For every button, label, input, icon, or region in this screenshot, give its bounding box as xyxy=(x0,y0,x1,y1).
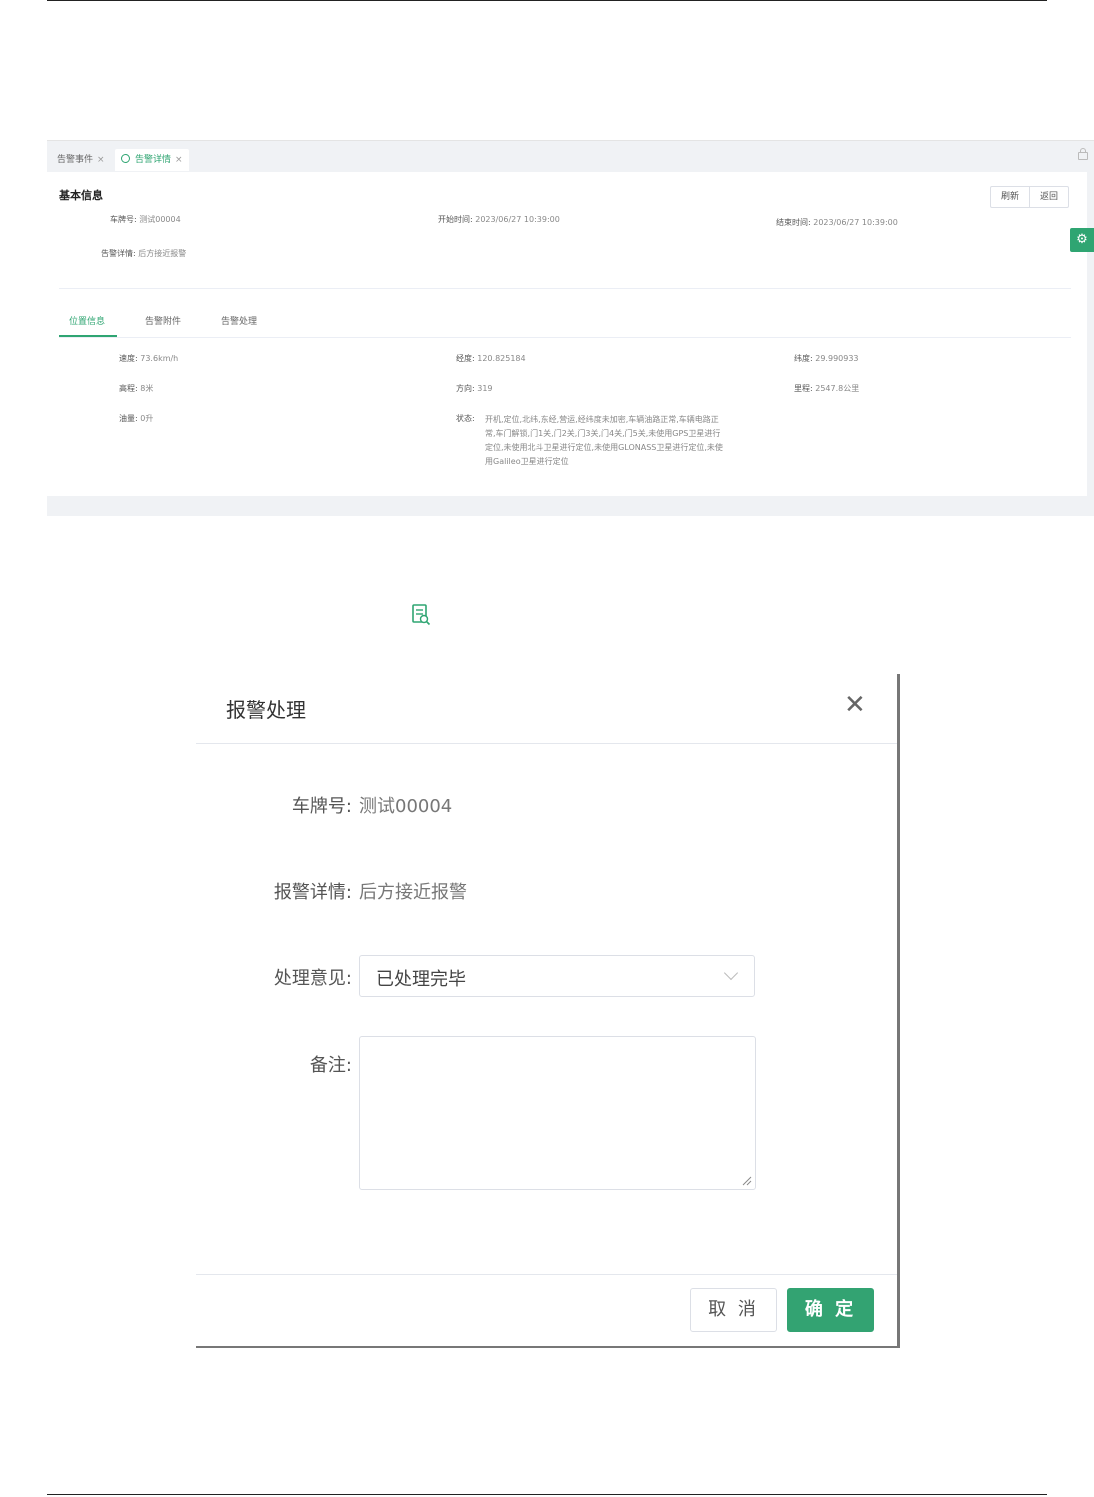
opinion-select-value: 已处理完毕 xyxy=(376,969,466,990)
action-buttons: 刷新 返回 xyxy=(990,186,1069,208)
cancel-button[interactable]: 取 消 xyxy=(690,1288,777,1332)
end-time-field: 结束时间: 2023/06/27 10:39:00 xyxy=(776,217,898,228)
remark-label: 备注: xyxy=(309,1055,352,1076)
latitude-label: 纬度: xyxy=(794,354,813,363)
plate-value: 测试00004 xyxy=(359,796,453,817)
tab-label: 告警详情 xyxy=(135,155,172,165)
altitude-value: 8米 xyxy=(140,384,154,393)
longitude-value: 120.825184 xyxy=(477,354,526,363)
confirm-button[interactable]: 确 定 xyxy=(787,1288,874,1332)
longitude-label: 经度: xyxy=(456,354,475,363)
altitude-field: 高程: 8米 xyxy=(119,383,153,394)
lock-icon[interactable] xyxy=(1078,148,1088,160)
speed-label: 速度: xyxy=(119,354,138,363)
close-icon[interactable]: × xyxy=(97,155,105,165)
resize-handle-icon[interactable] xyxy=(742,1176,752,1186)
latitude-field: 纬度: 29.990933 xyxy=(794,353,859,364)
end-time-label: 结束时间: xyxy=(776,218,811,227)
page-bottom-rule xyxy=(47,1494,1047,1495)
tab-alarm-handling[interactable]: 告警处理 xyxy=(221,314,257,327)
direction-field: 方向: 319 xyxy=(456,383,493,394)
page-top-rule xyxy=(47,0,1047,1)
alarm-detail-label: 告警详情: xyxy=(101,249,136,258)
mileage-value: 2547.8公里 xyxy=(815,384,860,393)
remark-textarea[interactable] xyxy=(359,1036,756,1190)
dialog-title: 报警处理 xyxy=(226,698,306,722)
section-title: 基本信息 xyxy=(59,189,103,202)
start-time-label: 开始时间: xyxy=(438,215,473,224)
direction-label: 方向: xyxy=(456,384,475,393)
status-label: 状态: xyxy=(456,414,475,423)
alarm-detail-value: 后方接近报警 xyxy=(138,249,187,258)
tab-alarm-detail[interactable]: 告警详情 × xyxy=(115,149,189,171)
refresh-button[interactable]: 刷新 xyxy=(991,187,1029,207)
back-button[interactable]: 返回 xyxy=(1029,187,1068,207)
plate-label: 车牌号: xyxy=(110,215,137,224)
mileage-label: 里程: xyxy=(794,384,813,393)
alarm-detail-label: 报警详情: xyxy=(273,882,352,903)
speed-field: 速度: 73.6km/h xyxy=(119,353,178,364)
longitude-field: 经度: 120.825184 xyxy=(456,353,526,364)
close-icon[interactable]: ✕ xyxy=(844,692,866,718)
document-icon xyxy=(412,604,431,626)
close-icon[interactable]: × xyxy=(175,155,183,165)
alarm-handling-dialog: 报警处理 ✕ 车牌号: 测试00004 报警详情: 后方接近报警 处理意见: 已… xyxy=(196,674,900,1348)
opinion-select[interactable]: 已处理完毕 xyxy=(359,955,755,997)
tab-location-info[interactable]: 位置信息 xyxy=(69,314,105,327)
tab-alarm-events[interactable]: 告警事件 × xyxy=(51,149,111,171)
opinion-label: 处理意见: xyxy=(273,968,352,989)
direction-value: 319 xyxy=(477,384,493,393)
altitude-label: 高程: xyxy=(119,384,138,393)
section-divider xyxy=(59,288,1071,289)
detail-panel: 基本信息 车牌号: 测试00004 开始时间: 2023/06/27 10:39… xyxy=(47,172,1087,496)
start-time-field: 开始时间: 2023/06/27 10:39:00 xyxy=(438,214,560,225)
dialog-header-divider xyxy=(196,743,897,744)
tab-alarm-attachments[interactable]: 告警附件 xyxy=(145,314,181,327)
end-time-value: 2023/06/27 10:39:00 xyxy=(813,218,898,227)
tab-bar: 告警事件 × 告警详情 × xyxy=(47,140,1094,173)
tabs-divider xyxy=(59,337,1071,338)
dialog-footer-divider xyxy=(196,1274,897,1275)
latitude-value: 29.990933 xyxy=(815,354,859,363)
plate-field: 车牌号: 测试00004 xyxy=(110,214,181,225)
fuel-value: 0升 xyxy=(140,414,154,423)
alarm-detail-value: 后方接近报警 xyxy=(359,882,467,903)
fuel-field: 油量: 0升 xyxy=(119,413,153,424)
status-value: 开机,定位,北纬,东经,营运,经纬度未加密,车辆油路正常,车辆电路正常,车门解锁… xyxy=(485,415,723,466)
mileage-field: 里程: 2547.8公里 xyxy=(794,383,859,394)
alarm-detail-field: 告警详情: 后方接近报警 xyxy=(101,248,186,259)
loading-icon xyxy=(121,154,130,163)
alarm-detail-screenshot: 告警事件 × 告警详情 × 基本信息 车牌号: 测试00004 开始时间: 2023… xyxy=(47,140,1094,516)
gear-icon[interactable]: ⚙ xyxy=(1070,228,1094,252)
speed-value: 73.6km/h xyxy=(140,354,179,363)
plate-label: 车牌号: xyxy=(291,796,352,817)
chevron-down-icon xyxy=(723,965,739,981)
fuel-label: 油量: xyxy=(119,414,138,423)
plate-value: 测试00004 xyxy=(139,215,181,224)
tab-label: 告警事件 xyxy=(57,155,94,165)
start-time-value: 2023/06/27 10:39:00 xyxy=(475,215,560,224)
